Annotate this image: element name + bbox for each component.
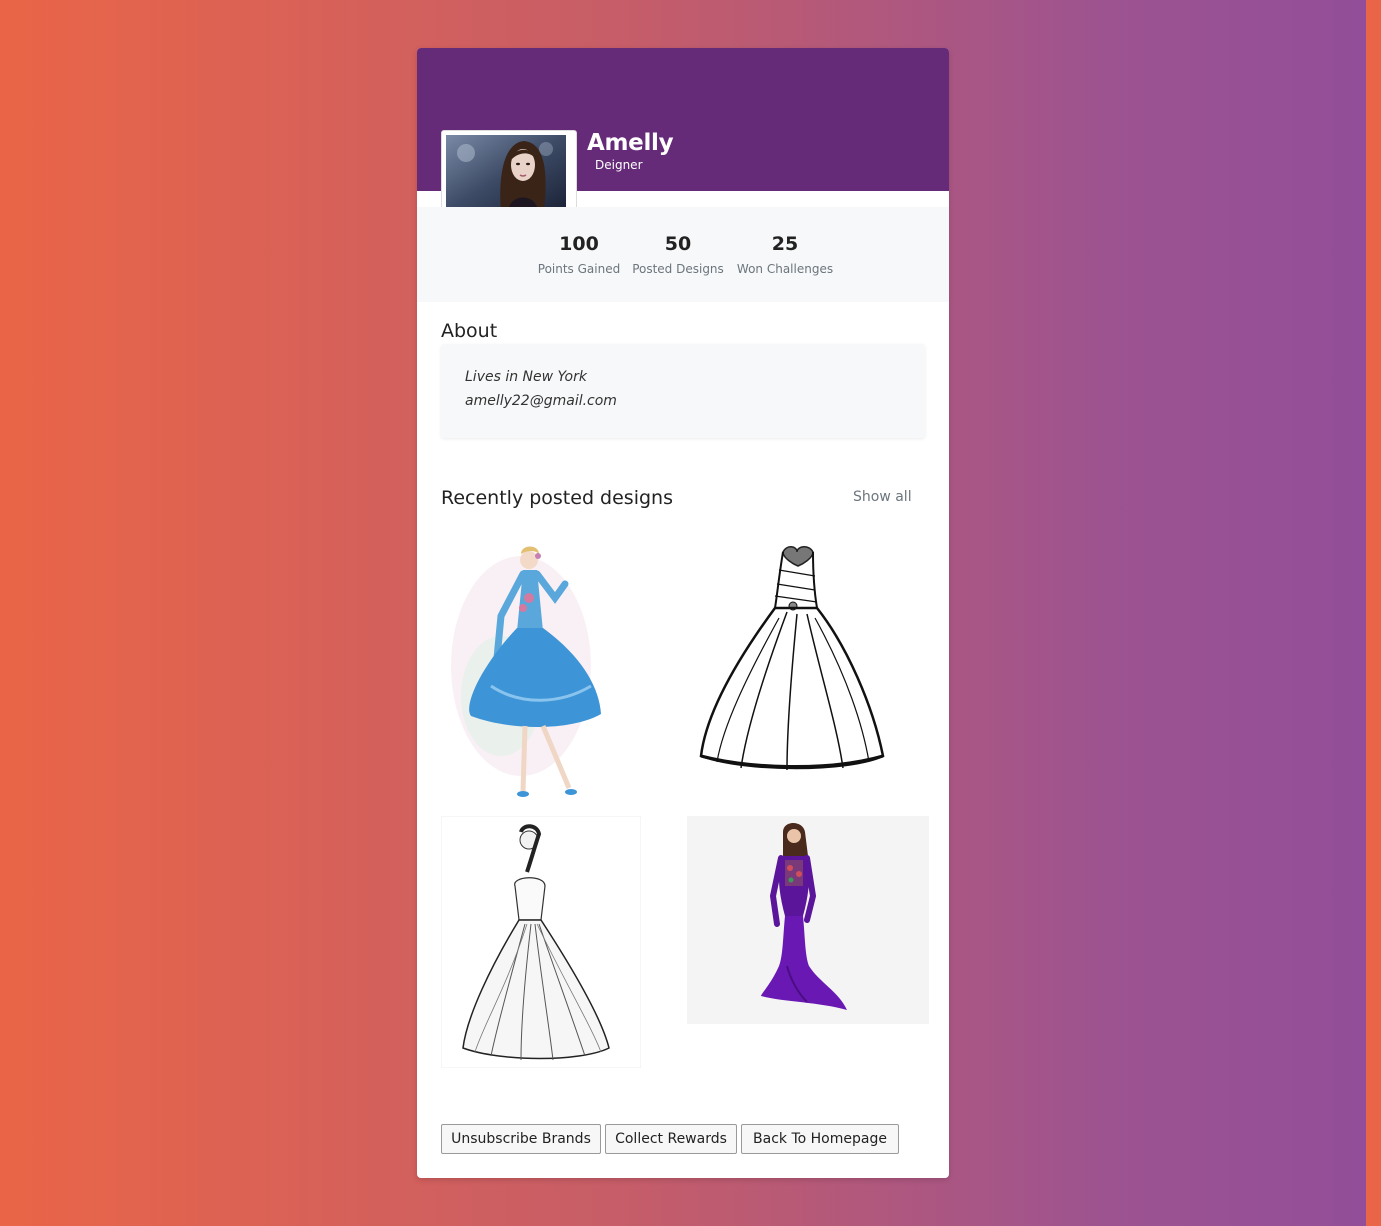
profile-heading: Amelly Deigner bbox=[587, 128, 674, 172]
unsubscribe-brands-button[interactable]: Unsubscribe Brands bbox=[441, 1124, 601, 1154]
show-all-link[interactable]: Show all bbox=[853, 489, 912, 505]
collect-rewards-button[interactable]: Collect Rewards bbox=[605, 1124, 737, 1154]
stat-label: Posted Designs bbox=[632, 262, 724, 276]
stat-designs: 50 Posted Designs bbox=[632, 231, 724, 279]
design-image-purple-mermaid-dress[interactable] bbox=[687, 816, 929, 1024]
stat-label: Points Gained bbox=[537, 262, 621, 276]
about-location: Lives in New York bbox=[465, 369, 587, 385]
stat-value: 50 bbox=[664, 233, 692, 255]
profile-role: Deigner bbox=[595, 158, 643, 172]
stat-points: 100 Points Gained bbox=[533, 231, 625, 279]
stat-value: 100 bbox=[559, 233, 599, 255]
about-title: About bbox=[441, 320, 498, 342]
design-image-pencil-gown[interactable] bbox=[441, 816, 641, 1068]
stat-challenges: 25 Won Challenges bbox=[735, 231, 835, 279]
design-image-blue-dress[interactable] bbox=[441, 536, 641, 806]
design-image-ball-gown-sketch[interactable] bbox=[687, 536, 929, 776]
recent-designs-title: Recently posted designs bbox=[441, 487, 673, 509]
about-box: Lives in New York amelly22@gmail.com bbox=[441, 344, 925, 438]
about-email: amelly22@gmail.com bbox=[465, 393, 617, 409]
profile-card: Amelly Deigner 100 Points Gained 50 Post… bbox=[417, 48, 949, 1178]
profile-name: Amelly bbox=[587, 130, 674, 156]
back-to-homepage-button[interactable]: Back To Homepage bbox=[741, 1124, 899, 1154]
stat-value: 25 bbox=[771, 233, 799, 255]
stats-band: 100 Points Gained 50 Posted Designs 25 W… bbox=[417, 207, 949, 302]
avatar-photo bbox=[446, 135, 566, 211]
stat-label: Won Challenges bbox=[736, 262, 834, 276]
